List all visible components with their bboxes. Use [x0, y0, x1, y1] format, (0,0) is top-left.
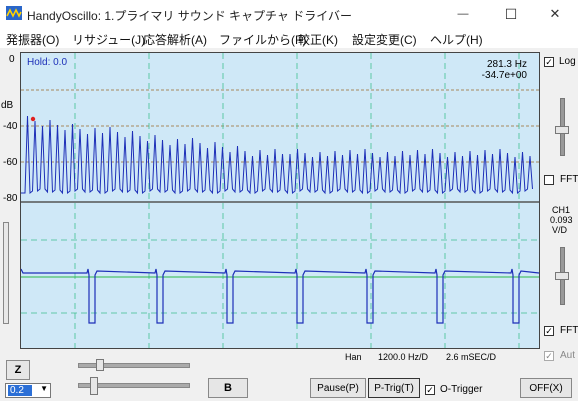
- auto-label: Aut: [560, 350, 576, 361]
- fft-top-label: FFT: [560, 174, 578, 185]
- check-icon: ✓: [426, 385, 434, 395]
- close-icon: ✕: [549, 6, 561, 21]
- spectrum-level-slider-thumb[interactable]: [555, 126, 569, 134]
- y-tick-0: 0: [9, 54, 15, 65]
- horizontal-slider-1[interactable]: [78, 363, 190, 368]
- zoom-value: 0.2: [8, 385, 32, 396]
- window-type-label: Han: [345, 352, 362, 362]
- y-tick-40: -40: [3, 121, 18, 132]
- time-per-div-label: 2.6 mSEC/D: [446, 352, 497, 362]
- minimize-icon: —: [457, 8, 469, 20]
- maximize-button[interactable]: ☐: [488, 0, 534, 28]
- spectrum-trace: [21, 115, 533, 195]
- menu-calibration[interactable]: 較正(K): [298, 31, 338, 48]
- menu-from-file[interactable]: ファイルから(F): [219, 31, 306, 48]
- log-label: Log: [559, 56, 576, 67]
- menu-help[interactable]: ヘルプ(H): [430, 31, 483, 48]
- horizontal-slider-1-thumb[interactable]: [96, 359, 104, 371]
- check-icon: ✓: [545, 351, 553, 361]
- peak-marker: [30, 116, 36, 122]
- fft-top-checkbox[interactable]: [544, 175, 554, 185]
- volts-per-div-value: 0.093: [550, 215, 573, 225]
- title-bar: HandyOscillo: 1.プライマリ サウンド キャプチャ ドライバー —…: [0, 0, 578, 28]
- hold-readout: Hold: 0.0: [27, 57, 68, 68]
- check-icon: ✓: [545, 57, 553, 67]
- freq-per-div-label: 1200.0 Hz/D: [378, 352, 429, 362]
- db-unit-label: dB: [1, 100, 14, 111]
- p-trig-button[interactable]: P-Trig(T): [368, 378, 420, 398]
- fft-bottom-label: FFT: [560, 325, 578, 336]
- volts-per-div-unit: V/D: [552, 225, 568, 235]
- menu-bar: 発振器(O) リサジュー(J) 応答解析(A) ファイルから(F) 較正(K) …: [0, 28, 578, 48]
- close-button[interactable]: ✕: [532, 0, 578, 28]
- o-trigger-label: O-Trigger: [440, 384, 483, 395]
- menu-lissajous[interactable]: リサジュー(J): [72, 31, 145, 48]
- scope-plot: [21, 53, 539, 348]
- maximize-icon: ☐: [504, 5, 518, 22]
- fft-bottom-checkbox[interactable]: ✓: [544, 326, 554, 336]
- menu-response-analysis[interactable]: 応答解析(A): [143, 31, 207, 48]
- level-readout: -34.7e+00: [481, 70, 527, 81]
- y-tick-80: -80: [3, 193, 18, 204]
- frequency-readout: 281.3 Hz: [486, 59, 527, 70]
- o-trigger-checkbox[interactable]: ✓: [425, 385, 435, 395]
- scope-display[interactable]: Hold: 0.0 281.3 Hz -34.7e+00: [20, 52, 540, 349]
- log-checkbox[interactable]: ✓: [544, 57, 554, 67]
- left-position-slider[interactable]: [3, 222, 9, 324]
- auto-checkbox[interactable]: ✓: [544, 351, 554, 361]
- off-button[interactable]: OFF(X): [520, 378, 572, 398]
- voltage-scale-slider-thumb[interactable]: [555, 272, 569, 280]
- window-title: HandyOscillo: 1.プライマリ サウンド キャプチャ ドライバー: [27, 9, 353, 23]
- check-icon: ✓: [545, 326, 553, 336]
- menu-settings[interactable]: 設定変更(C): [352, 31, 417, 48]
- zoom-button[interactable]: Z: [6, 360, 30, 380]
- pause-button[interactable]: Pause(P): [310, 378, 366, 398]
- chevron-down-icon: ▼: [40, 384, 48, 393]
- zoom-select[interactable]: 0.2 ▼: [5, 383, 51, 398]
- menu-oscillator[interactable]: 発振器(O): [6, 31, 59, 48]
- channel-label: CH1: [552, 205, 571, 215]
- minimize-button[interactable]: —: [440, 0, 486, 28]
- app-logo-icon: [6, 6, 22, 20]
- b-button[interactable]: B: [208, 378, 248, 398]
- horizontal-slider-2-thumb[interactable]: [90, 377, 98, 395]
- y-tick-60: -60: [3, 157, 18, 168]
